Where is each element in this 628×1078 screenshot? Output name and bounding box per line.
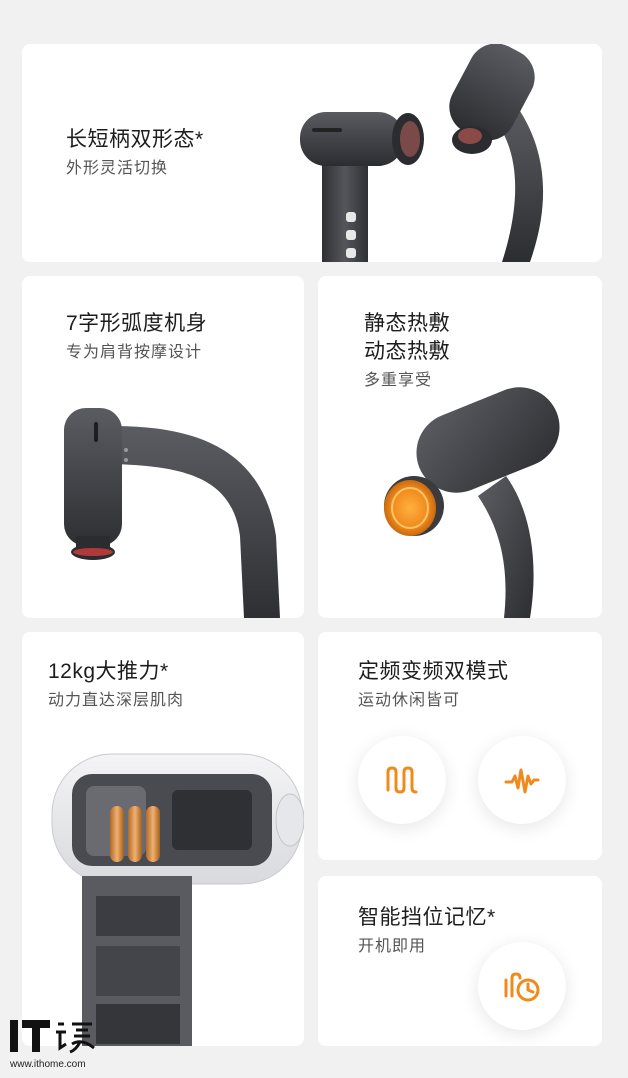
- massager-7-shape-image: [64, 408, 280, 618]
- card-gear-memory: 智能挡位记忆* 开机即用: [318, 876, 602, 1046]
- gear-memory-clock-icon: [504, 972, 540, 1002]
- card-thrust: 12kg大推力* 动力直达深层肌肉: [22, 632, 304, 1046]
- gear-memory-badge: [478, 942, 566, 1030]
- card-subtitle: 开机即用: [358, 938, 427, 955]
- card-subtitle: 专为肩背按摩设计: [66, 344, 203, 361]
- card-title: 7字形弧度机身: [66, 312, 208, 335]
- fixed-frequency-mode: [358, 736, 446, 824]
- card-title: 智能挡位记忆*: [358, 906, 496, 929]
- card-title: 12kg大推力*: [48, 660, 169, 683]
- card-title: 定频变频双模式: [358, 660, 509, 683]
- card-subtitle: 动力直达深层肌肉: [48, 692, 185, 709]
- card-dual-shape: 长短柄双形态* 外形灵活切换: [22, 44, 602, 262]
- card-title: 长短柄双形态*: [66, 128, 204, 151]
- card-subtitle: 外形灵活切换: [66, 160, 169, 177]
- card-heat: 静态热敷 动态热敷 多重享受: [318, 276, 602, 618]
- card-title-line2: 动态热敷: [364, 340, 450, 363]
- card-subtitle: 运动休闲皆可: [358, 692, 461, 709]
- ithome-logo: [10, 1020, 95, 1054]
- fixed-frequency-wave-icon: [386, 766, 418, 794]
- card-7-shape: 7字形弧度机身 专为肩背按摩设计: [22, 276, 304, 618]
- massager-two-forms-image: [300, 44, 544, 262]
- massager-heat-head-image: [384, 387, 560, 618]
- massager-motor-cutaway-image: [51, 753, 304, 1046]
- variable-frequency-wave-icon: [504, 768, 540, 794]
- card-dual-mode: 定频变频双模式 运动休闲皆可: [318, 632, 602, 860]
- variable-frequency-mode: [478, 736, 566, 824]
- watermark-url: www.ithome.com: [10, 1059, 86, 1070]
- card-title-line1: 静态热敷: [364, 312, 450, 335]
